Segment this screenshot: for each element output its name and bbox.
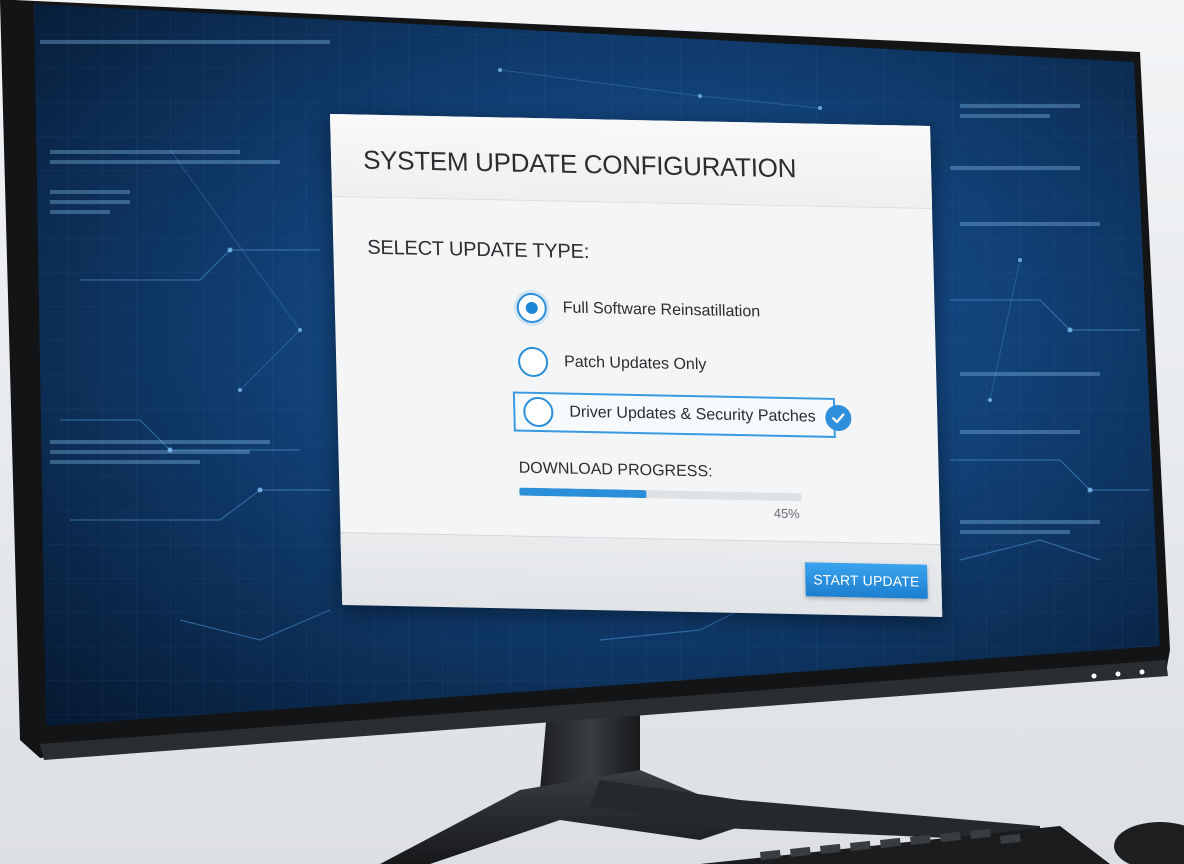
radio-unselected-icon[interactable] xyxy=(517,346,549,378)
start-update-button[interactable]: START UPDATE xyxy=(804,562,928,599)
option-label: Patch Updates Only xyxy=(563,353,707,374)
dialog-header: SYSTEM UPDATE CONFIGURATION xyxy=(330,114,933,209)
radio-unselected-icon[interactable] xyxy=(522,396,554,428)
option-label: Full Software Reinsatillation xyxy=(562,299,761,321)
desk-scene: SYSTEM UPDATE CONFIGURATION SELECT UPDAT… xyxy=(0,0,1184,864)
progress-percent: 45% xyxy=(773,505,800,522)
update-configuration-dialog: SYSTEM UPDATE CONFIGURATION SELECT UPDAT… xyxy=(330,114,943,617)
download-progress-bar xyxy=(519,487,802,502)
option-driver-security[interactable]: Driver Updates & Security Patches xyxy=(512,391,853,438)
download-progress-label: DOWNLOAD PROGRESS: xyxy=(518,459,713,481)
option-label: Driver Updates & Security Patches xyxy=(569,403,816,426)
option-patch-updates[interactable]: Patch Updates Only xyxy=(517,342,707,386)
dialog-title: SYSTEM UPDATE CONFIGURATION xyxy=(362,144,797,184)
radio-selected-icon[interactable] xyxy=(516,292,548,324)
checkmark-icon xyxy=(825,404,853,432)
progress-fill xyxy=(519,487,647,499)
option-full-reinstallation[interactable]: Full Software Reinsatillation xyxy=(516,288,760,333)
dialog-footer: START UPDATE xyxy=(340,532,943,617)
update-type-label: SELECT UPDATE TYPE: xyxy=(367,236,590,264)
